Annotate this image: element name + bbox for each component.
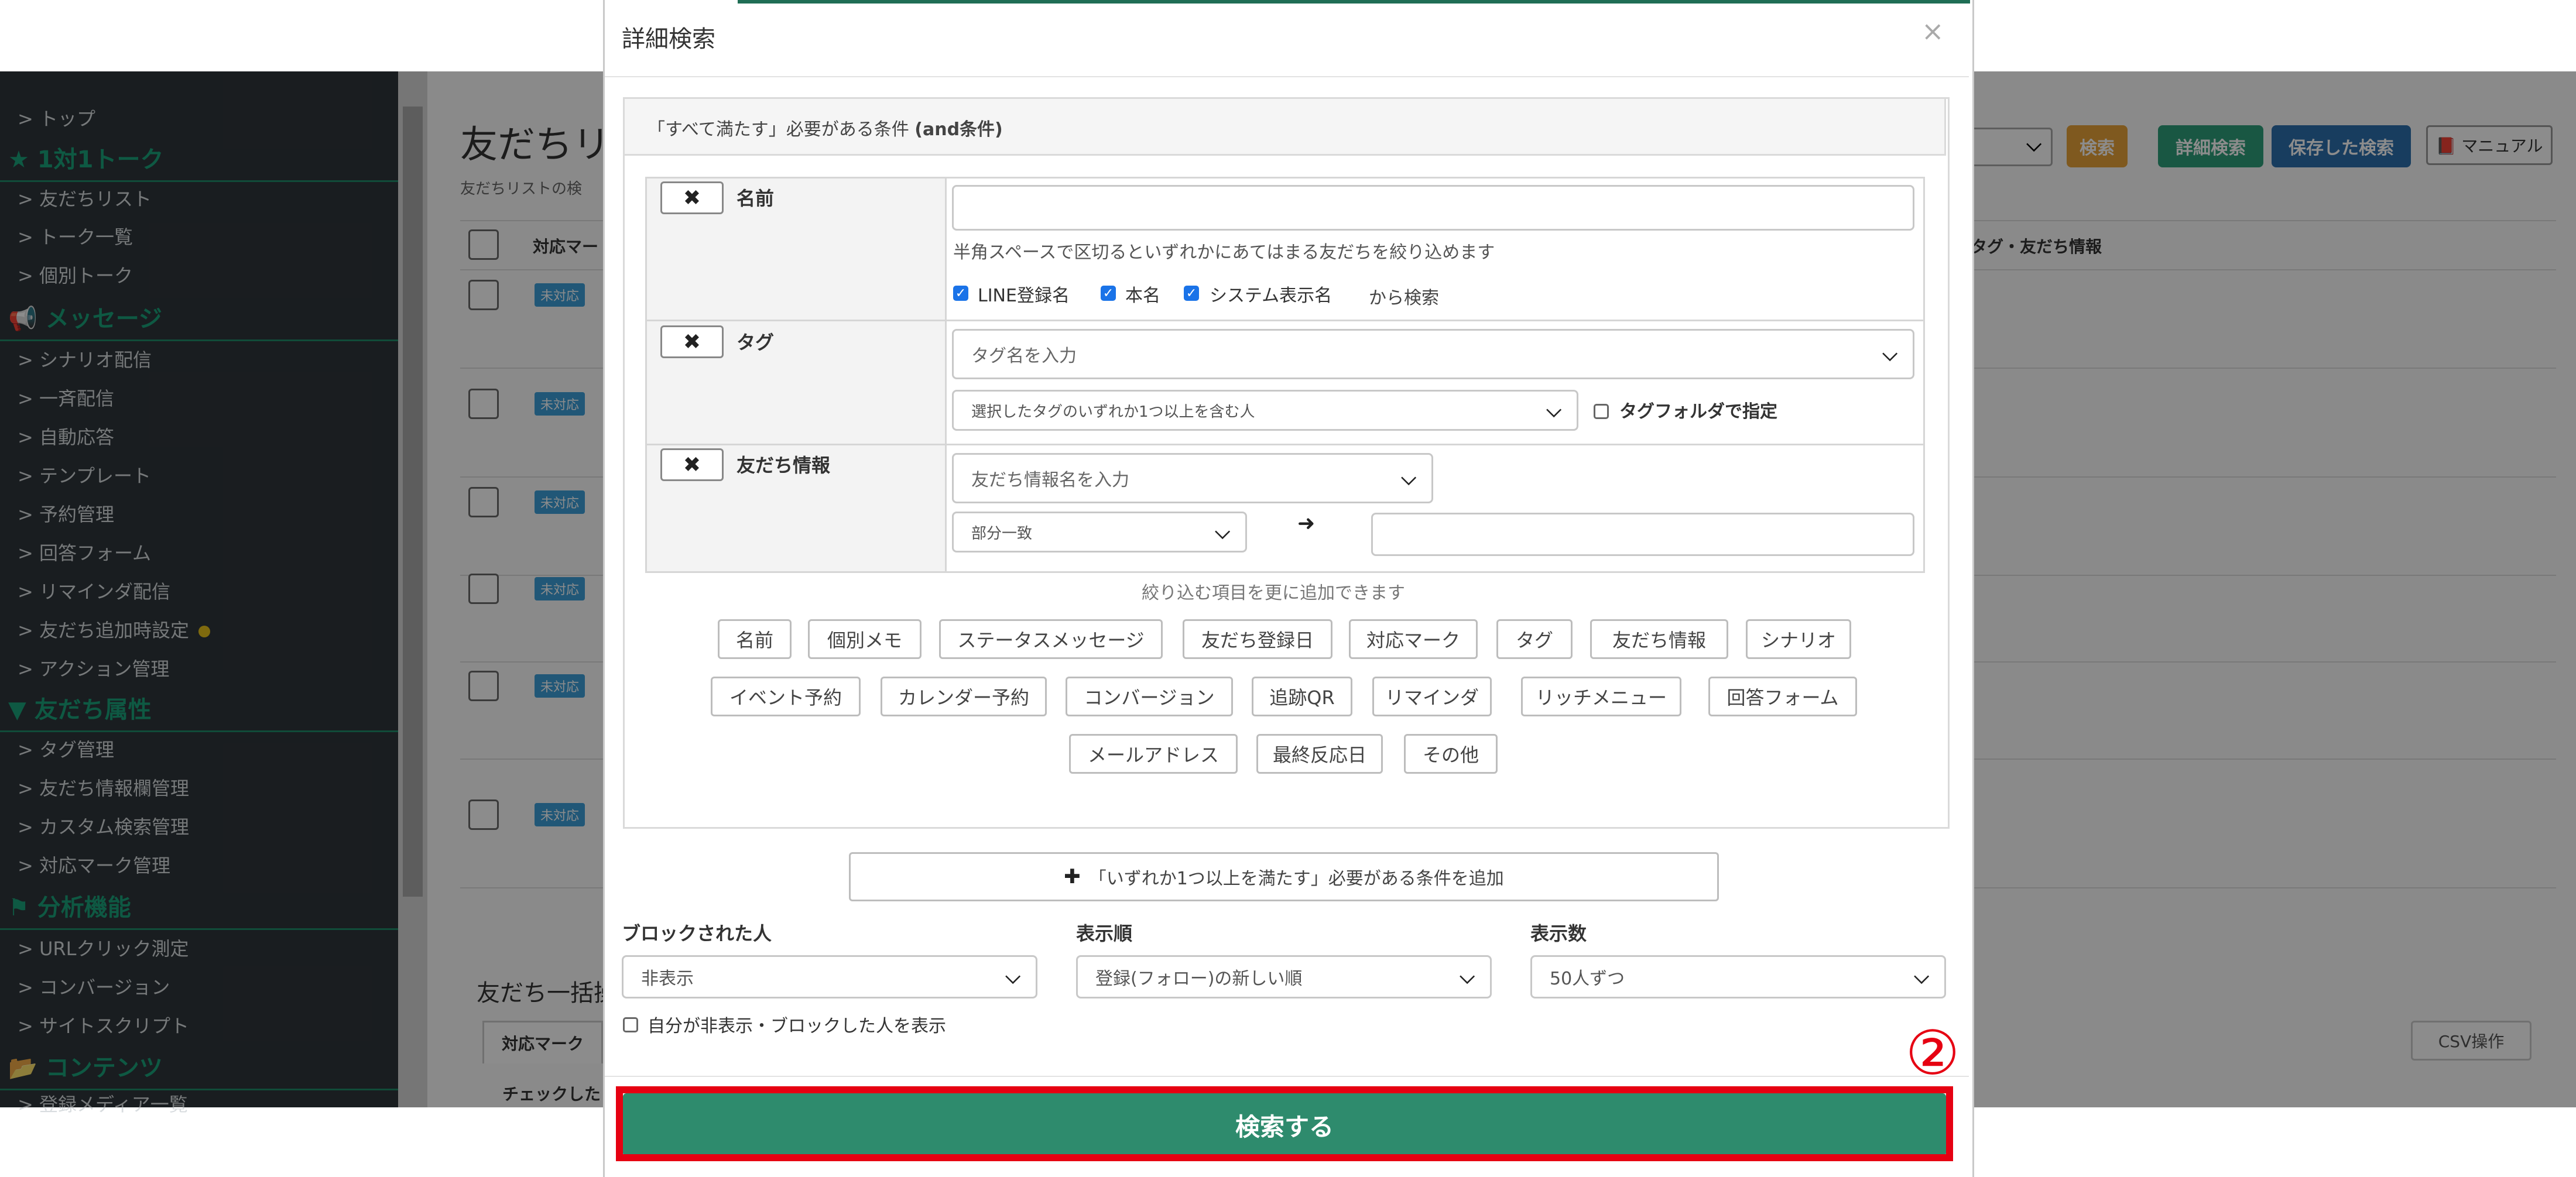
add-or-condition-button[interactable]: ✚ 「いずれか1つ以上を満たす」必要がある条件を追加 xyxy=(849,852,1719,901)
tag-placeholder: タグ名を入力 xyxy=(971,346,1077,366)
line-name-option: LINE登録名 xyxy=(978,286,1070,306)
blocked-label: ブロックされた人 xyxy=(622,922,772,945)
filter-chip[interactable]: 個別メモ xyxy=(808,619,922,659)
blocked-value: 非表示 xyxy=(641,969,694,989)
count-select[interactable]: 50人ずつ ⌵ xyxy=(1530,955,1946,998)
filter-chip[interactable]: シナリオ xyxy=(1746,619,1851,659)
real-name-option: 本名 xyxy=(1125,286,1160,306)
remove-name-condition-button[interactable]: ✖ xyxy=(660,181,724,214)
system-name-option: システム表示名 xyxy=(1210,286,1332,306)
filter-chip[interactable]: カレンダー予約 xyxy=(881,677,1047,716)
grid-line xyxy=(645,177,1925,179)
grid-line xyxy=(1923,177,1925,573)
grid-line xyxy=(645,177,647,573)
modal-footer-divider xyxy=(605,1076,1969,1077)
add-or-condition-label: 「いずれか1つ以上を満たす」必要がある条件を追加 xyxy=(1088,869,1504,889)
count-value: 50人ずつ xyxy=(1550,969,1625,989)
show-hidden-checkbox[interactable] xyxy=(623,1017,638,1032)
filter-chip[interactable]: メールアドレス xyxy=(1069,734,1238,774)
filter-chip[interactable]: リマインダ xyxy=(1372,677,1492,716)
filter-chip[interactable]: コンバージョン xyxy=(1066,677,1233,716)
friend-info-select[interactable]: 友だち情報名を入力 ⌵ xyxy=(952,453,1433,503)
plus-icon: ✚ xyxy=(1064,865,1081,888)
friend-info-match: 部分一致 xyxy=(971,524,1033,543)
add-more-hint: 絞り込む項目を更に追加できます xyxy=(1142,583,1405,603)
filter-chip[interactable]: イベント予約 xyxy=(711,677,861,716)
filter-chip[interactable]: 回答フォーム xyxy=(1708,677,1857,716)
close-icon[interactable]: × xyxy=(1921,15,1944,47)
and-header-label: 「すべて満たす」必要がある条件 xyxy=(648,119,909,140)
filter-chip[interactable]: リッチメニュー xyxy=(1521,677,1681,716)
filter-chip[interactable]: 友だち情報 xyxy=(1590,619,1728,659)
tag-condition-label: タグ xyxy=(737,331,775,354)
show-hidden-label: 自分が非表示・ブロックした人を表示 xyxy=(648,1016,946,1037)
name-input[interactable] xyxy=(952,185,1914,231)
tag-match-select[interactable]: 選択したタグのいずれか1つ以上を含む人 ⌵ xyxy=(952,390,1578,431)
condition-label-column xyxy=(645,177,945,571)
and-header-text: 「すべて満たす」必要がある条件 (and条件) xyxy=(648,115,1003,140)
filter-chip[interactable]: 友だち登録日 xyxy=(1183,619,1332,659)
search-from-suffix: から検索 xyxy=(1369,288,1439,308)
grid-line xyxy=(645,571,1925,573)
chevron-down-icon: ⌵ xyxy=(1215,520,1230,544)
order-value: 登録(フォロー)の新しい順 xyxy=(1095,969,1303,989)
friend-info-placeholder: 友だち情報名を入力 xyxy=(971,470,1129,490)
friend-info-value-input[interactable] xyxy=(1371,513,1914,556)
chevron-down-icon: ⌵ xyxy=(1401,466,1416,490)
filter-chip[interactable]: 追跡QR xyxy=(1252,677,1352,716)
modal-top-accent xyxy=(738,0,1970,4)
blocked-select[interactable]: 非表示 ⌵ xyxy=(622,955,1037,998)
highlight-frame xyxy=(616,1086,1953,1161)
grid-line xyxy=(945,177,947,573)
line-name-checkbox[interactable]: ✓ xyxy=(953,286,968,301)
filter-chip[interactable]: 対応マーク xyxy=(1349,619,1478,659)
friend-info-match-select[interactable]: 部分一致 ⌵ xyxy=(952,512,1247,553)
tag-folder-checkbox[interactable] xyxy=(1594,404,1609,419)
tag-match-mode: 選択したタグのいずれか1つ以上を含む人 xyxy=(971,403,1255,421)
tag-folder-label: タグフォルダで指定 xyxy=(1619,402,1777,422)
step-number-annotation: ② xyxy=(1905,1017,1960,1089)
filter-chip[interactable]: 名前 xyxy=(718,619,792,659)
name-help-text: 半角スペースで区切るといずれかにあてはまる友だちを絞り込めます xyxy=(953,242,1495,263)
chevron-down-icon: ⌵ xyxy=(1914,965,1929,989)
filter-chip[interactable]: その他 xyxy=(1404,734,1498,774)
chevron-down-icon: ⌵ xyxy=(1882,342,1897,366)
chevron-down-icon: ⌵ xyxy=(1460,965,1475,989)
remove-friend-info-condition-button[interactable]: ✖ xyxy=(660,448,724,481)
system-name-checkbox[interactable]: ✓ xyxy=(1184,286,1199,301)
filter-chip[interactable]: 最終反応日 xyxy=(1256,734,1383,774)
grid-line xyxy=(645,320,1925,321)
order-select[interactable]: 登録(フォロー)の新しい順 ⌵ xyxy=(1076,955,1492,998)
name-condition-label: 名前 xyxy=(737,187,775,210)
arrow-right-icon: ➜ xyxy=(1297,512,1316,536)
chevron-down-icon: ⌵ xyxy=(1005,965,1020,989)
real-name-checkbox[interactable]: ✓ xyxy=(1101,286,1116,301)
tag-select[interactable]: タグ名を入力 ⌵ xyxy=(952,329,1914,379)
modal-title: 詳細検索 xyxy=(622,26,715,53)
remove-tag-condition-button[interactable]: ✖ xyxy=(660,325,724,358)
chevron-down-icon: ⌵ xyxy=(1546,399,1561,422)
order-label: 表示順 xyxy=(1076,922,1133,945)
count-label: 表示数 xyxy=(1530,922,1587,945)
friend-info-condition-label: 友だち情報 xyxy=(737,454,831,476)
filter-chip[interactable]: タグ xyxy=(1496,619,1573,659)
filter-chip[interactable]: ステータスメッセージ xyxy=(939,619,1163,659)
grid-line xyxy=(645,444,1925,445)
modal-header-divider xyxy=(605,76,1969,77)
and-header-bold: (and条件) xyxy=(914,119,1003,140)
